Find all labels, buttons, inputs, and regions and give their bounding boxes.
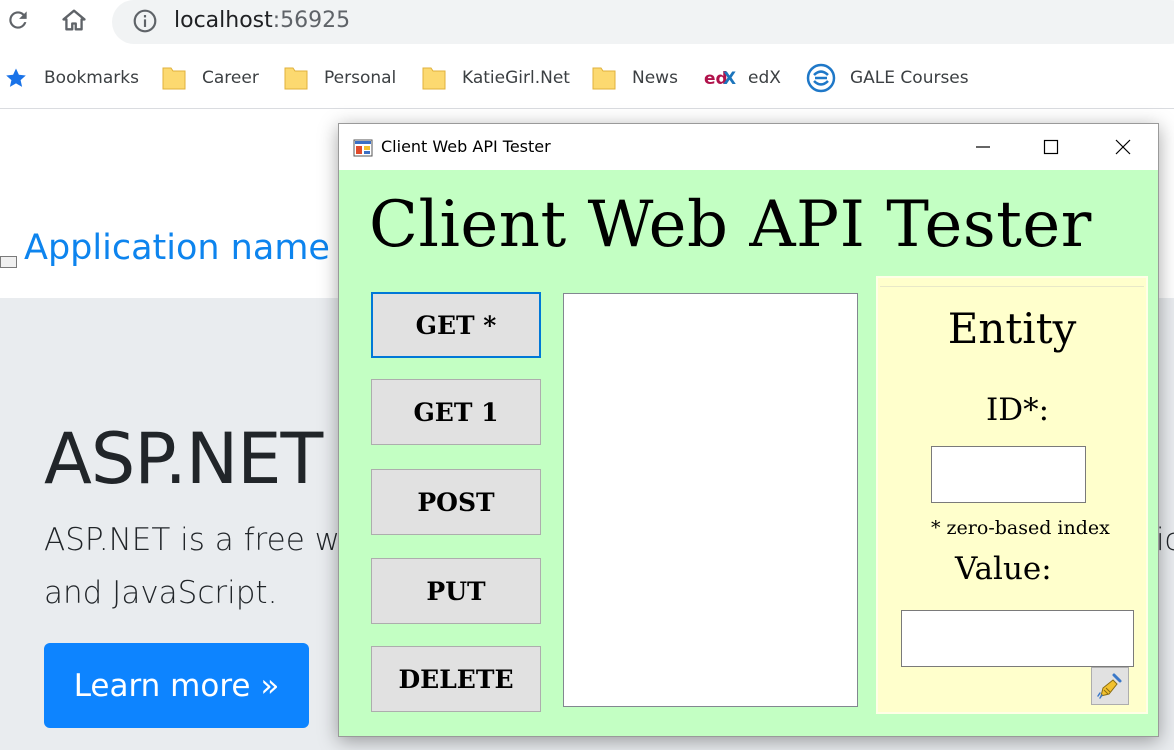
svg-text:X: X <box>723 69 736 88</box>
window-titlebar[interactable]: Client Web API Tester <box>339 124 1158 170</box>
bookmark-edx[interactable]: ed X edX <box>704 58 781 98</box>
bookmark-label: Career <box>202 68 259 88</box>
minimize-icon <box>976 146 990 148</box>
close-button[interactable] <box>1099 132 1147 162</box>
gale-logo-icon <box>806 63 836 93</box>
maximize-button[interactable] <box>1027 132 1075 162</box>
id-hint: * zero-based index <box>931 517 1110 539</box>
site-info-icon[interactable] <box>132 8 158 34</box>
navbar-toggle[interactable] <box>0 256 17 268</box>
client-api-tester-window: Client Web API Tester Client Web API Tes… <box>338 123 1159 737</box>
id-input[interactable] <box>931 446 1086 503</box>
browser-toolbar: localhost:56925 Bookmarks Career Persona… <box>0 0 1174 110</box>
folder-icon <box>162 65 186 91</box>
bookmark-label: KatieGirl.Net <box>462 68 570 88</box>
clear-button[interactable] <box>1091 667 1129 705</box>
url-text: localhost:56925 <box>174 8 351 33</box>
jumbotron-title: ASP.NET <box>44 418 323 500</box>
application-name-link[interactable]: Application name <box>24 228 330 268</box>
folder-icon <box>284 65 308 91</box>
bookmark-label: Bookmarks <box>44 68 139 88</box>
close-icon <box>1115 139 1131 155</box>
lead-line-2: and JavaScript. <box>44 575 278 611</box>
maximize-icon <box>1043 139 1059 155</box>
delete-button[interactable]: DELETE <box>371 646 541 712</box>
address-bar[interactable]: localhost:56925 <box>112 0 1174 44</box>
bookmark-gale[interactable]: GALE Courses <box>806 58 969 98</box>
groupbox-border <box>880 286 1144 287</box>
value-input[interactable] <box>901 610 1134 667</box>
id-label: ID*: <box>986 392 1050 428</box>
entity-groupbox: Entity ID*: * zero-based index Value: <box>876 276 1148 714</box>
bookmark-label: Personal <box>324 68 397 88</box>
bookmark-label: GALE Courses <box>850 68 969 88</box>
bookmark-katiegirl[interactable]: KatieGirl.Net <box>422 58 570 98</box>
broom-icon <box>1097 673 1122 699</box>
bookmark-label: edX <box>748 68 781 88</box>
bookmark-label: News <box>632 68 678 88</box>
put-button[interactable]: PUT <box>371 558 541 624</box>
value-label: Value: <box>955 551 1052 587</box>
bookmark-career[interactable]: Career <box>162 58 259 98</box>
window-title: Client Web API Tester <box>381 137 551 156</box>
get-one-button[interactable]: GET 1 <box>371 379 541 445</box>
form-heading: Client Web API Tester <box>369 188 1092 262</box>
lead-line-1: ASP.NET is a free we <box>44 522 360 558</box>
star-icon <box>4 66 28 90</box>
entity-title: Entity <box>947 304 1077 353</box>
bookmark-personal[interactable]: Personal <box>284 58 396 98</box>
toolbar-divider <box>0 108 1174 109</box>
bookmarks-bar: Bookmarks Career Personal KatieGirl.Net … <box>0 58 1174 98</box>
results-listbox[interactable] <box>563 293 858 707</box>
minimize-button[interactable] <box>959 132 1007 162</box>
edx-logo-icon: ed X <box>704 68 736 88</box>
home-icon[interactable] <box>58 4 90 36</box>
reload-icon[interactable] <box>2 4 34 36</box>
app-icon <box>353 139 373 157</box>
bookmarks-menu[interactable]: Bookmarks <box>4 58 139 98</box>
folder-icon <box>422 65 446 91</box>
bookmark-news[interactable]: News <box>592 58 678 98</box>
post-button[interactable]: POST <box>371 469 541 535</box>
folder-icon <box>592 65 616 91</box>
learn-more-button[interactable]: Learn more » <box>44 643 309 728</box>
get-all-button[interactable]: GET * <box>371 292 541 358</box>
